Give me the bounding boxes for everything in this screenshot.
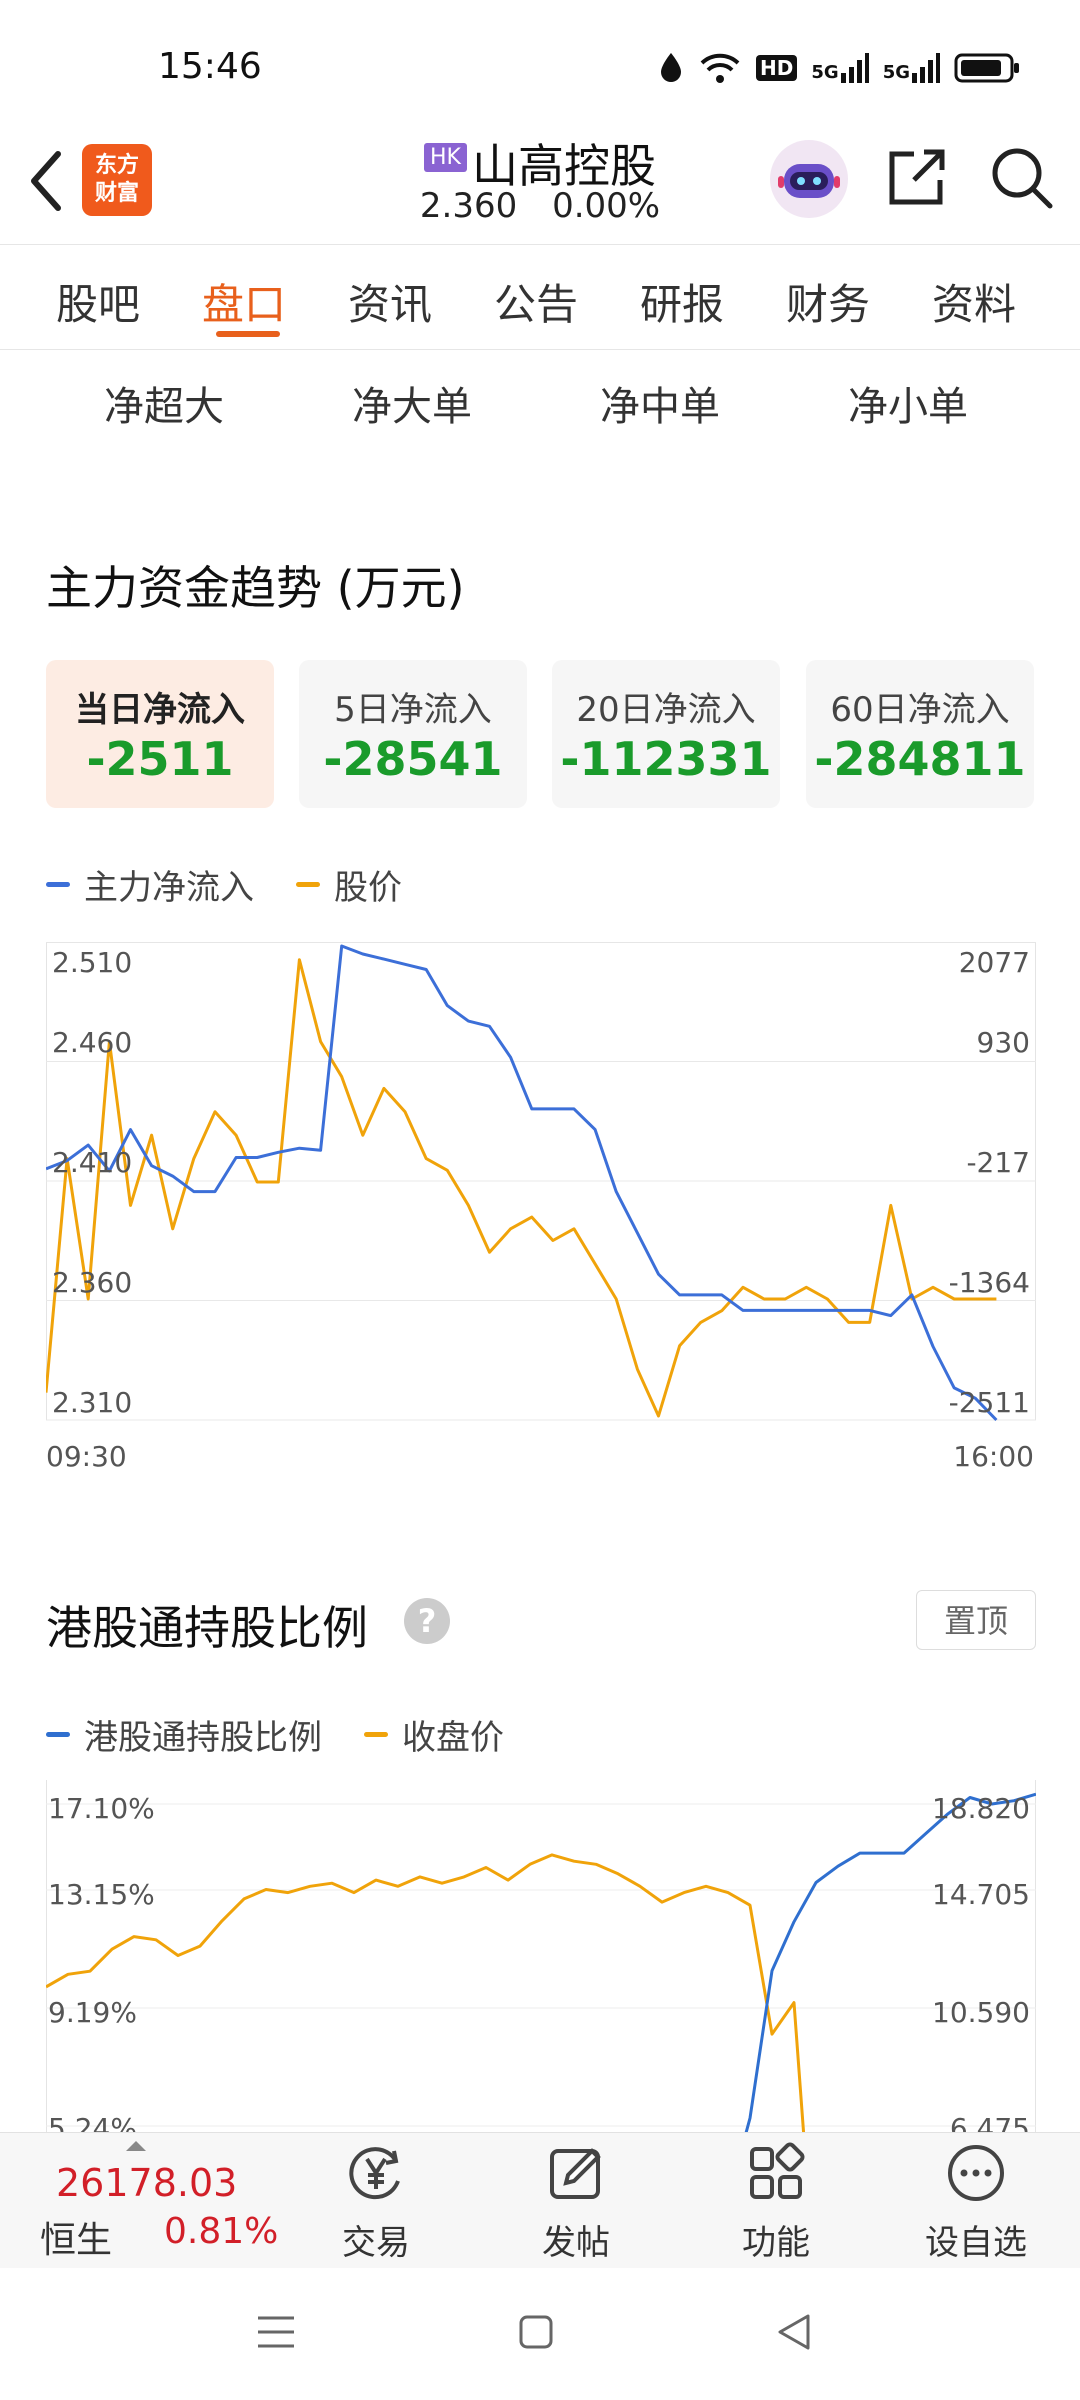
hk-connect-title: 港股通持股比例	[46, 1601, 368, 1655]
share-icon[interactable]	[884, 144, 950, 210]
tab-pankou[interactable]: 盘口	[202, 271, 286, 332]
subtab-large[interactable]: 净大单	[352, 374, 472, 432]
bottom-toolbar: 26178.03 恒生 0.81% 交易 发帖 功能 设自选	[0, 2132, 1080, 2269]
net-inflow-cards: 当日净流入 -2511 5日净流入 -28541 20日净流入 -112331 …	[46, 660, 1036, 808]
wifi-icon	[700, 53, 740, 83]
y-right-tick: -2511	[948, 1386, 1030, 1419]
tab-finance[interactable]: 财务	[786, 271, 870, 332]
stock-change-pct: 0.00%	[552, 186, 661, 226]
y-left-tick: 2.360	[52, 1266, 133, 1299]
tab-research[interactable]: 研报	[640, 271, 724, 332]
card-60day-inflow[interactable]: 60日净流入 -284811	[806, 660, 1034, 808]
status-bar: 15:46 HD 5G 5G	[0, 0, 1080, 120]
status-time: 15:46	[158, 46, 262, 87]
card-5day-inflow[interactable]: 5日净流入 -28541	[299, 660, 527, 808]
market-badge: HK	[423, 142, 467, 172]
card-today-inflow[interactable]: 当日净流入 -2511	[46, 660, 274, 808]
y-left-tick: 2.460	[52, 1026, 133, 1059]
y-right-tick: 18.820	[932, 1792, 1030, 1825]
fund-chart-legend: 主力净流入 股价	[46, 860, 444, 909]
tab-guba[interactable]: 股吧	[56, 271, 140, 332]
subtab-small[interactable]: 净小单	[848, 374, 968, 432]
hk-ratio-chart-svg	[46, 1780, 1036, 2132]
tab-profile[interactable]: 资料	[932, 271, 1016, 332]
post-button[interactable]: 发帖	[496, 2141, 656, 2264]
home-icon[interactable]	[518, 2314, 554, 2350]
tab-news[interactable]: 资讯	[348, 271, 432, 332]
y-left-tick: 2.410	[52, 1146, 133, 1179]
legend-stock-price[interactable]: 股价	[296, 860, 402, 909]
pin-top-button[interactable]: 置顶	[916, 1590, 1036, 1650]
y-left-tick: 9.19%	[48, 1996, 137, 2029]
edit-icon	[550, 2148, 601, 2199]
stock-header: 东方 财富 HK 山高控股 2.360 0.00%	[0, 120, 1080, 244]
hk-ratio-chart[interactable]	[46, 1780, 1036, 2132]
trade-button[interactable]: 交易	[296, 2141, 456, 2264]
y-left-tick: 17.10%	[48, 1792, 155, 1825]
status-icons: HD 5G 5G	[658, 48, 1020, 88]
hsi-value: 26178.03	[56, 2161, 238, 2205]
x-tick-start: 09:30	[46, 1440, 127, 1473]
y-right-tick: -1364	[948, 1266, 1030, 1299]
stock-price: 2.360	[419, 186, 518, 226]
battery-icon	[954, 53, 1019, 83]
main-tabs: 股吧 盘口 资讯 公告 研报 财务 资料	[0, 244, 1080, 350]
menu-icon[interactable]	[256, 2312, 296, 2352]
card-20day-inflow[interactable]: 20日净流入 -112331	[552, 660, 780, 808]
signal-5g-icon: 5G	[811, 53, 869, 83]
functions-button[interactable]: 功能	[696, 2141, 856, 2264]
caret-up-icon	[126, 2141, 146, 2151]
x-tick-end: 16:00	[953, 1440, 1034, 1473]
yen-cycle-icon	[349, 2147, 400, 2200]
stock-name: 山高控股	[472, 139, 657, 193]
tab-announcements[interactable]: 公告	[494, 271, 578, 332]
grid-icon	[750, 2142, 805, 2199]
alarm-drop-icon	[661, 53, 682, 82]
y-right-tick: 10.590	[932, 1996, 1030, 2029]
flow-subtabs: 净超大 净大单 净中单 净小单	[0, 364, 1080, 440]
hk-chart-legend: 港股通持股比例 收盘价	[46, 1710, 546, 1759]
index-ticker[interactable]: 26178.03 恒生 0.81%	[0, 2133, 290, 2269]
y-right-tick: 14.705	[932, 1878, 1030, 1911]
y-right-tick: 2077	[958, 946, 1030, 979]
signal-5g-icon-2: 5G	[883, 53, 940, 83]
series-close-price	[46, 1853, 806, 2132]
y-left-tick: 2.310	[52, 1386, 133, 1419]
legend-main-inflow[interactable]: 主力净流入	[46, 860, 254, 909]
series-hk-ratio	[744, 1792, 1036, 2132]
system-navigation-bar	[0, 2268, 1080, 2400]
subtab-super-large[interactable]: 净超大	[104, 374, 224, 432]
y-right-tick: -217	[966, 1146, 1030, 1179]
hd-badge: HD	[756, 55, 798, 81]
more-circle-icon	[948, 2145, 1004, 2201]
fund-flow-chart-svg	[44, 941, 1036, 1422]
hsi-name: 恒生	[40, 2220, 113, 2261]
back-triangle-icon[interactable]	[776, 2312, 812, 2352]
series-main-inflow	[45, 944, 998, 1422]
robot-assistant-icon[interactable]	[770, 140, 848, 218]
y-right-tick: 930	[976, 1026, 1030, 1059]
active-tab-indicator	[216, 331, 280, 337]
hsi-change-pct: 0.81%	[164, 2211, 279, 2252]
y-left-tick: 13.15%	[48, 1878, 155, 1911]
y-left-tick: 2.510	[52, 946, 133, 979]
legend-hk-ratio[interactable]: 港股通持股比例	[46, 1710, 322, 1759]
fund-flow-chart[interactable]	[44, 941, 1036, 1422]
legend-close-price[interactable]: 收盘价	[364, 1710, 504, 1759]
search-icon[interactable]	[988, 144, 1056, 212]
fund-trend-title: 主力资金趋势 (万元)	[46, 561, 465, 615]
subtab-medium[interactable]: 净中单	[600, 374, 720, 432]
help-icon[interactable]: ?	[404, 1598, 450, 1644]
add-watchlist-button[interactable]: 设自选	[896, 2141, 1056, 2264]
